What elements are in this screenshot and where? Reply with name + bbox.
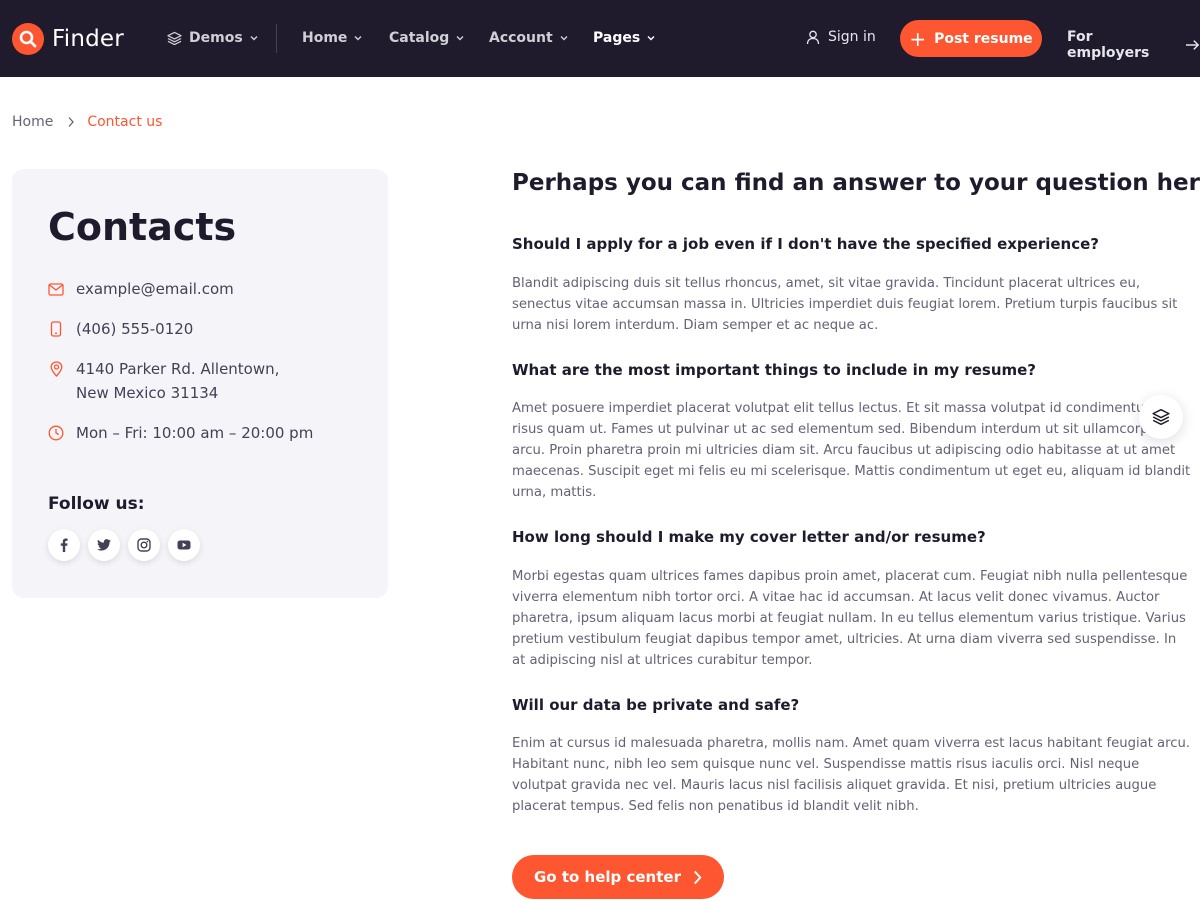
brand-logo[interactable]: Finder bbox=[12, 21, 124, 57]
twitter-button[interactable] bbox=[88, 529, 120, 561]
floating-demos-button[interactable] bbox=[1139, 395, 1183, 439]
nav-catalog-label: Catalog bbox=[389, 30, 450, 46]
sign-in-link[interactable]: Sign in bbox=[806, 29, 876, 45]
brand-name: Finder bbox=[52, 26, 124, 52]
map-pin-icon bbox=[48, 357, 64, 381]
faq-question: Will our data be private and safe? bbox=[512, 696, 800, 714]
facebook-icon bbox=[60, 538, 68, 552]
top-navbar: Finder Demos Home Catalog Account Pages … bbox=[0, 0, 1200, 77]
address-line-1: 4140 Parker Rd. Allentown, bbox=[76, 360, 280, 378]
faq-question: What are the most important things to in… bbox=[512, 361, 1037, 379]
nav-home-label: Home bbox=[302, 30, 348, 46]
chevron-down-icon bbox=[647, 36, 655, 41]
nav-catalog[interactable]: Catalog bbox=[389, 28, 465, 48]
clock-icon bbox=[48, 421, 64, 445]
contact-address-text: 4140 Parker Rd. Allentown, New Mexico 31… bbox=[76, 357, 279, 405]
chevron-down-icon bbox=[560, 36, 568, 41]
faq-answer: Amet posuere imperdiet placerat volutpat… bbox=[512, 401, 1191, 500]
faq-title: Perhaps you can find an answer to your q… bbox=[512, 170, 1200, 196]
nav-demos[interactable]: Demos bbox=[167, 28, 259, 48]
phone-icon bbox=[48, 317, 64, 341]
twitter-icon bbox=[97, 539, 111, 551]
chevron-right-icon bbox=[67, 116, 75, 128]
nav-divider bbox=[276, 24, 277, 53]
breadcrumb-home[interactable]: Home bbox=[12, 114, 53, 130]
youtube-button[interactable] bbox=[168, 529, 200, 561]
address-line-2: New Mexico 31134 bbox=[76, 384, 219, 402]
faq-answer: Blandit adipiscing duis sit tellus rhonc… bbox=[512, 276, 1178, 333]
mail-icon bbox=[48, 277, 64, 301]
help-center-label: Go to help center bbox=[534, 868, 681, 886]
help-center-button[interactable]: Go to help center bbox=[512, 855, 724, 899]
search-logo-icon bbox=[12, 23, 44, 55]
for-employers-label: For employers bbox=[1067, 29, 1150, 61]
contact-email-text: example@email.com bbox=[76, 280, 234, 298]
chevron-right-icon bbox=[694, 870, 702, 884]
sign-in-label: Sign in bbox=[828, 29, 876, 45]
for-employers-link[interactable]: For employers bbox=[1067, 29, 1200, 61]
layers-icon bbox=[167, 31, 182, 45]
facebook-button[interactable] bbox=[48, 529, 80, 561]
contacts-title: Contacts bbox=[48, 205, 237, 249]
contact-phone-text: (406) 555-0120 bbox=[76, 320, 194, 338]
plus-icon: + bbox=[909, 26, 927, 51]
layers-icon bbox=[1152, 408, 1170, 426]
nav-account-label: Account bbox=[489, 30, 553, 46]
contacts-card: Contacts example@email.com (406) 555-012… bbox=[12, 169, 388, 598]
nav-pages-label: Pages bbox=[593, 30, 641, 46]
youtube-icon bbox=[177, 540, 191, 550]
chevron-down-icon bbox=[250, 36, 258, 41]
user-icon bbox=[806, 30, 820, 44]
nav-demos-label: Demos bbox=[189, 30, 243, 46]
follow-us-label: Follow us: bbox=[48, 494, 145, 514]
contact-hours-text: Mon – Fri: 10:00 am – 20:00 pm bbox=[76, 424, 314, 442]
contact-phone[interactable]: (406) 555-0120 bbox=[48, 317, 193, 341]
chevron-down-icon bbox=[456, 36, 464, 41]
breadcrumb-current: Contact us bbox=[87, 114, 163, 130]
post-resume-label: Post resume bbox=[934, 30, 1033, 47]
arrow-right-icon bbox=[1186, 40, 1200, 50]
nav-pages[interactable]: Pages bbox=[593, 28, 656, 48]
faq-answer: Morbi egestas quam ultrices fames dapibu… bbox=[512, 569, 1188, 668]
instagram-button[interactable] bbox=[128, 529, 160, 561]
faq-question: How long should I make my cover letter a… bbox=[512, 528, 986, 546]
chevron-down-icon bbox=[354, 36, 362, 41]
faq-question: Should I apply for a job even if I don't… bbox=[512, 235, 1099, 253]
post-resume-button[interactable]: + Post resume bbox=[900, 20, 1042, 57]
nav-account[interactable]: Account bbox=[489, 28, 569, 48]
contact-address: 4140 Parker Rd. Allentown, New Mexico 31… bbox=[48, 357, 279, 405]
instagram-icon bbox=[137, 538, 151, 552]
contact-email[interactable]: example@email.com bbox=[48, 277, 234, 301]
faq-answer: Enim at cursus id malesuada pharetra, mo… bbox=[512, 736, 1191, 814]
nav-home[interactable]: Home bbox=[302, 28, 363, 48]
social-links bbox=[48, 529, 208, 561]
breadcrumb: Home Contact us bbox=[12, 114, 162, 130]
contact-hours: Mon – Fri: 10:00 am – 20:00 pm bbox=[48, 421, 313, 445]
